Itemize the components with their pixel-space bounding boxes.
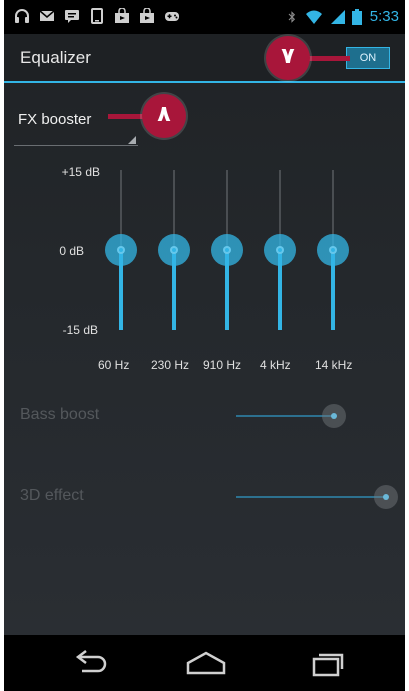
eq-band-thumb[interactable]	[317, 234, 349, 266]
eq-band-frequency-label: 60 Hz	[98, 358, 130, 372]
shop-icon	[115, 8, 129, 23]
home-icon[interactable]	[182, 647, 230, 679]
eq-band-1[interactable]	[157, 170, 191, 390]
eq-band-frequency-label: 4 kHz	[260, 358, 291, 372]
recent-apps-icon[interactable]	[304, 647, 352, 679]
game-controller-icon	[165, 12, 179, 21]
db-label-middle: 0 dB	[59, 244, 84, 258]
battery-icon	[351, 8, 362, 25]
bass-boost-label: Bass boost	[20, 406, 100, 423]
callout-badge-spinner: ٨	[142, 94, 186, 138]
eq-band-thumb[interactable]	[105, 234, 137, 266]
spinner-underline	[14, 145, 138, 146]
equalizer-toggle[interactable]: ON	[346, 47, 390, 69]
bass-boost-track[interactable]	[236, 415, 334, 417]
headset-icon	[15, 9, 29, 23]
bluetooth-icon	[288, 10, 295, 23]
dropdown-triangle-icon	[128, 136, 136, 144]
eq-band-2[interactable]	[210, 170, 244, 390]
clock: 5:33	[369, 8, 399, 25]
eq-band-3[interactable]	[263, 170, 297, 390]
back-icon[interactable]	[66, 647, 114, 679]
equalizer-app: Equalizer ON ٧ FX booster ٨ +15 dB 0 dB …	[4, 34, 405, 635]
eq-band-thumb[interactable]	[264, 234, 296, 266]
preset-spinner[interactable]: FX booster	[14, 102, 140, 146]
eq-band-4[interactable]	[316, 170, 350, 390]
eq-band-0[interactable]	[104, 170, 138, 390]
gmail-icon	[39, 10, 55, 21]
db-label-bottom: -15 dB	[62, 323, 98, 337]
callout-badge-toggle: ٧	[266, 36, 310, 80]
eq-band-frequency-label: 910 Hz	[203, 358, 242, 372]
eq-band-frequency-label: 230 Hz	[151, 358, 190, 372]
eq-band-thumb[interactable]	[211, 234, 243, 266]
3d-effect-track[interactable]	[236, 496, 386, 498]
message-icon	[65, 10, 79, 23]
phone-icon	[91, 8, 103, 24]
action-bar-divider	[4, 81, 405, 83]
status-bar: 5:33	[4, 0, 405, 34]
eq-band-thumb[interactable]	[158, 234, 190, 266]
eq-band-frequency-label: 14 kHz	[315, 358, 353, 372]
3d-effect-label: 3D effect	[20, 487, 84, 504]
wifi-icon	[305, 10, 322, 24]
bass-boost-thumb[interactable]	[321, 404, 346, 428]
phone-screen: 5:33 Equalizer ON ٧ FX booster ٨ +15 dB …	[4, 0, 405, 691]
preset-spinner-label: FX booster	[18, 111, 92, 128]
db-label-top: +15 dB	[61, 165, 100, 179]
page-title: Equalizer	[20, 48, 91, 67]
cell-signal-icon	[330, 9, 345, 24]
shop-icon	[140, 8, 154, 23]
navigation-bar	[4, 635, 405, 691]
3d-effect-thumb[interactable]	[374, 485, 398, 509]
callout-pointer-line	[304, 56, 350, 61]
